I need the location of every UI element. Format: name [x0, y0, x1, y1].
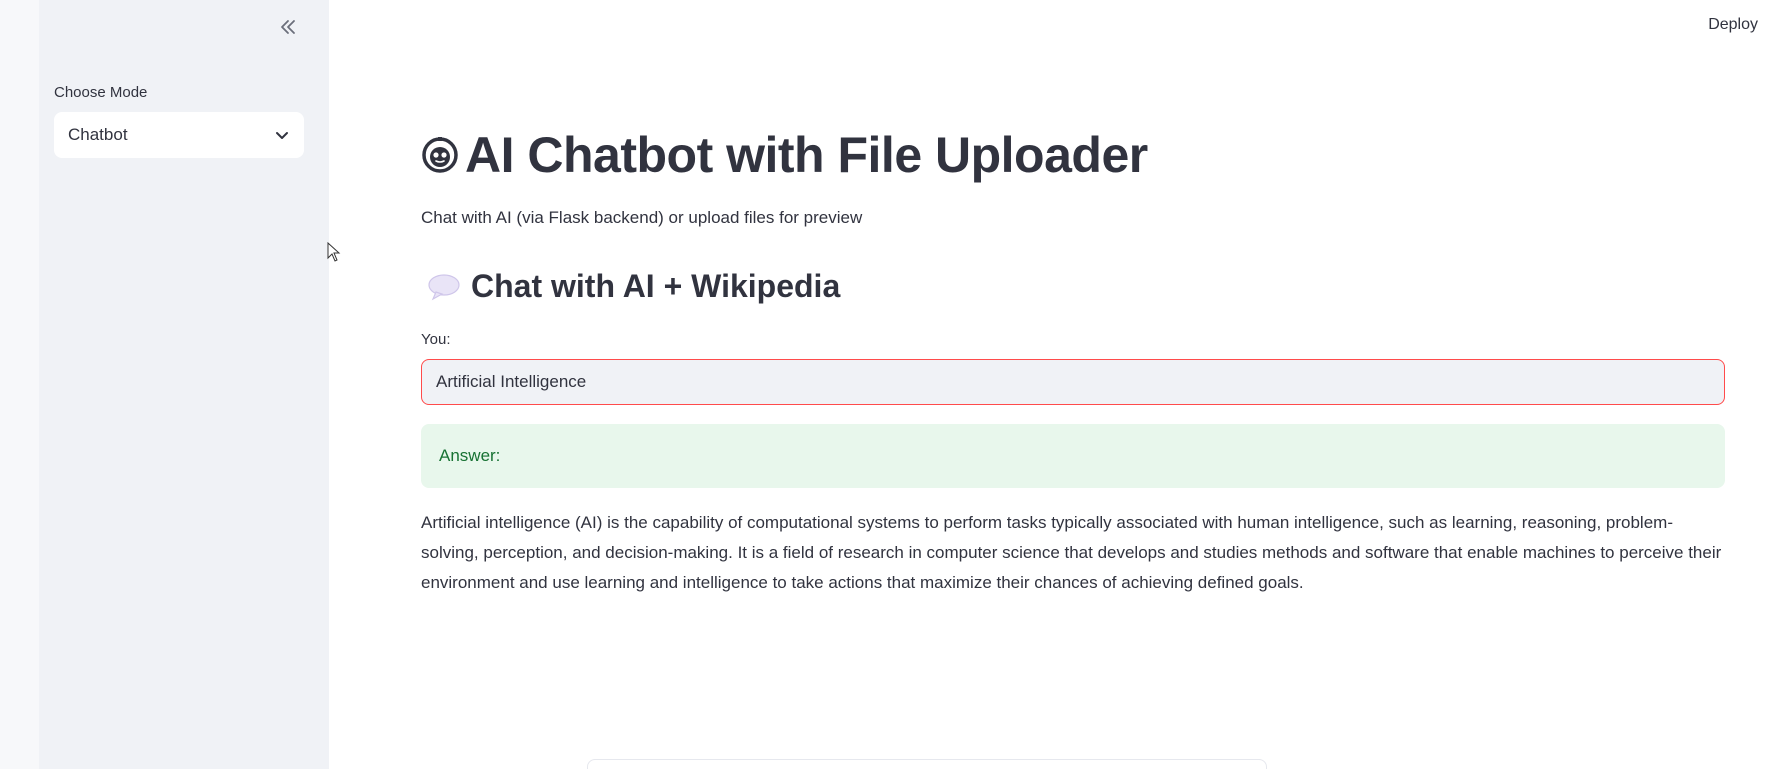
deploy-button[interactable]: Deploy: [1708, 16, 1758, 34]
mode-label: Choose Mode: [54, 84, 148, 101]
chat-input[interactable]: [421, 359, 1725, 405]
left-strip: [0, 0, 39, 769]
answer-text: Artificial intelligence (AI) is the capa…: [421, 513, 1722, 592]
app-root: Choose Mode Chatbot Deploy AI Chatbot wi…: [0, 0, 1770, 769]
double-chevron-left-icon: [281, 20, 295, 34]
sidebar: Choose Mode Chatbot: [39, 0, 341, 769]
chat-input-label: You:: [421, 331, 451, 348]
collapse-sidebar-button[interactable]: [273, 12, 303, 42]
mode-select[interactable]: Chatbot: [54, 112, 304, 158]
page-subtitle: Chat with AI (via Flask backend) or uplo…: [421, 208, 863, 227]
bottom-container: [587, 759, 1267, 769]
robot-face-icon: [422, 137, 458, 173]
mouse-pointer-icon: [327, 242, 341, 262]
title-row: AI Chatbot with File Uploader: [421, 126, 1148, 184]
section-header: Chat with AI + Wikipedia: [427, 268, 840, 305]
chevron-down-icon: [276, 132, 288, 139]
section-title: Chat with AI + Wikipedia: [471, 268, 841, 304]
page-title: AI Chatbot with File Uploader: [465, 127, 1148, 183]
mode-select-value: Chatbot: [68, 125, 128, 144]
answer-box: Answer:: [421, 424, 1725, 488]
speech-balloon-icon: [428, 273, 460, 300]
answer-label: Answer:: [439, 446, 501, 465]
